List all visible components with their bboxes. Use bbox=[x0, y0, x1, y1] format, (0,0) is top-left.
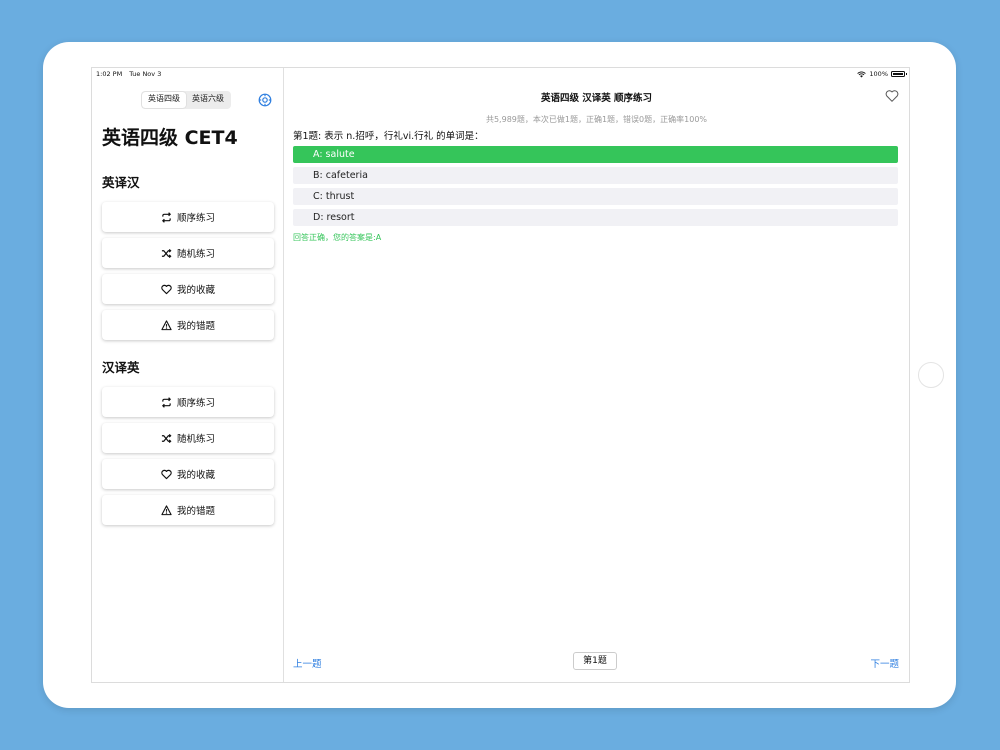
menu-label: 顺序练习 bbox=[176, 398, 215, 409]
sidebar-title: 英语四级 CET4 bbox=[102, 127, 238, 149]
settings-button[interactable] bbox=[258, 92, 272, 107]
warning-icon bbox=[161, 319, 172, 330]
question-text: 第1题: 表示 n.招呼，行礼vi.行礼 的单词是： bbox=[293, 131, 484, 142]
menu-label: 我的收藏 bbox=[176, 285, 215, 296]
menu-label: 我的收藏 bbox=[176, 470, 215, 481]
en-cn-mistakes-button[interactable]: 我的错题 bbox=[102, 310, 274, 340]
en-cn-random-practice-button[interactable]: 随机练习 bbox=[102, 238, 274, 268]
shuffle-icon bbox=[161, 433, 172, 443]
app-screen: 1:02 PM Tue Nov 3 100% 英语四级 英语六级 英语四级 CE… bbox=[91, 67, 910, 683]
next-question-button[interactable]: 下一题 bbox=[870, 656, 899, 670]
cn-en-sequential-practice-button[interactable]: 顺序练习 bbox=[102, 387, 274, 417]
progress-stats: 共5,989题，本次已做1题，正确1题，错误0题，正确率100% bbox=[485, 115, 708, 124]
heart-icon bbox=[161, 284, 172, 294]
en-cn-favorites-button[interactable]: 我的收藏 bbox=[102, 274, 274, 304]
cn-en-favorites-button[interactable]: 我的收藏 bbox=[102, 459, 274, 489]
answer-feedback: 回答正确，您的答案是:A bbox=[293, 233, 382, 242]
section-title-en-to-cn: 英译汉 bbox=[102, 175, 140, 190]
menu-label: 顺序练习 bbox=[176, 213, 215, 224]
heart-outline-icon bbox=[885, 90, 899, 102]
cn-en-random-practice-button[interactable]: 随机练习 bbox=[102, 423, 274, 453]
gear-icon bbox=[258, 93, 272, 107]
home-button[interactable] bbox=[918, 362, 944, 388]
segment-cet6[interactable]: 英语六级 bbox=[186, 92, 230, 108]
shuffle-icon bbox=[161, 248, 172, 258]
exam-level-segmented-control: 英语四级 英语六级 bbox=[141, 91, 231, 109]
repeat-icon bbox=[161, 211, 171, 223]
menu-label: 随机练习 bbox=[176, 434, 215, 445]
section-title-cn-to-en: 汉译英 bbox=[102, 360, 140, 375]
nav-title: 英语四级 汉译英 顺序练习 bbox=[540, 93, 653, 104]
option-b[interactable]: B: cafeteria bbox=[293, 167, 898, 184]
favorite-button[interactable] bbox=[885, 88, 899, 102]
main-content: 英语四级 汉译英 顺序练习 共5,989题，本次已做1题，正确1题，错误0题，正… bbox=[284, 68, 909, 682]
menu-label: 随机练习 bbox=[176, 249, 215, 260]
option-c[interactable]: C: thrust bbox=[293, 188, 898, 205]
warning-icon bbox=[161, 504, 172, 515]
heart-icon bbox=[161, 469, 172, 479]
cn-en-mistakes-button[interactable]: 我的错题 bbox=[102, 495, 274, 525]
menu-label: 我的错题 bbox=[176, 506, 215, 517]
option-a[interactable]: A: salute bbox=[293, 146, 898, 163]
option-d[interactable]: D: resort bbox=[293, 209, 898, 226]
en-cn-sequential-practice-button[interactable]: 顺序练习 bbox=[102, 202, 274, 232]
menu-label: 我的错题 bbox=[176, 321, 215, 332]
previous-question-button[interactable]: 上一题 bbox=[293, 656, 322, 670]
repeat-icon bbox=[161, 396, 171, 408]
sidebar: 英语四级 英语六级 英语四级 CET4 英译汉 顺序练习 随机练习 我的收藏 我… bbox=[92, 68, 284, 682]
question-number-button[interactable]: 第1题 bbox=[573, 652, 617, 670]
segment-cet4[interactable]: 英语四级 bbox=[142, 92, 186, 108]
